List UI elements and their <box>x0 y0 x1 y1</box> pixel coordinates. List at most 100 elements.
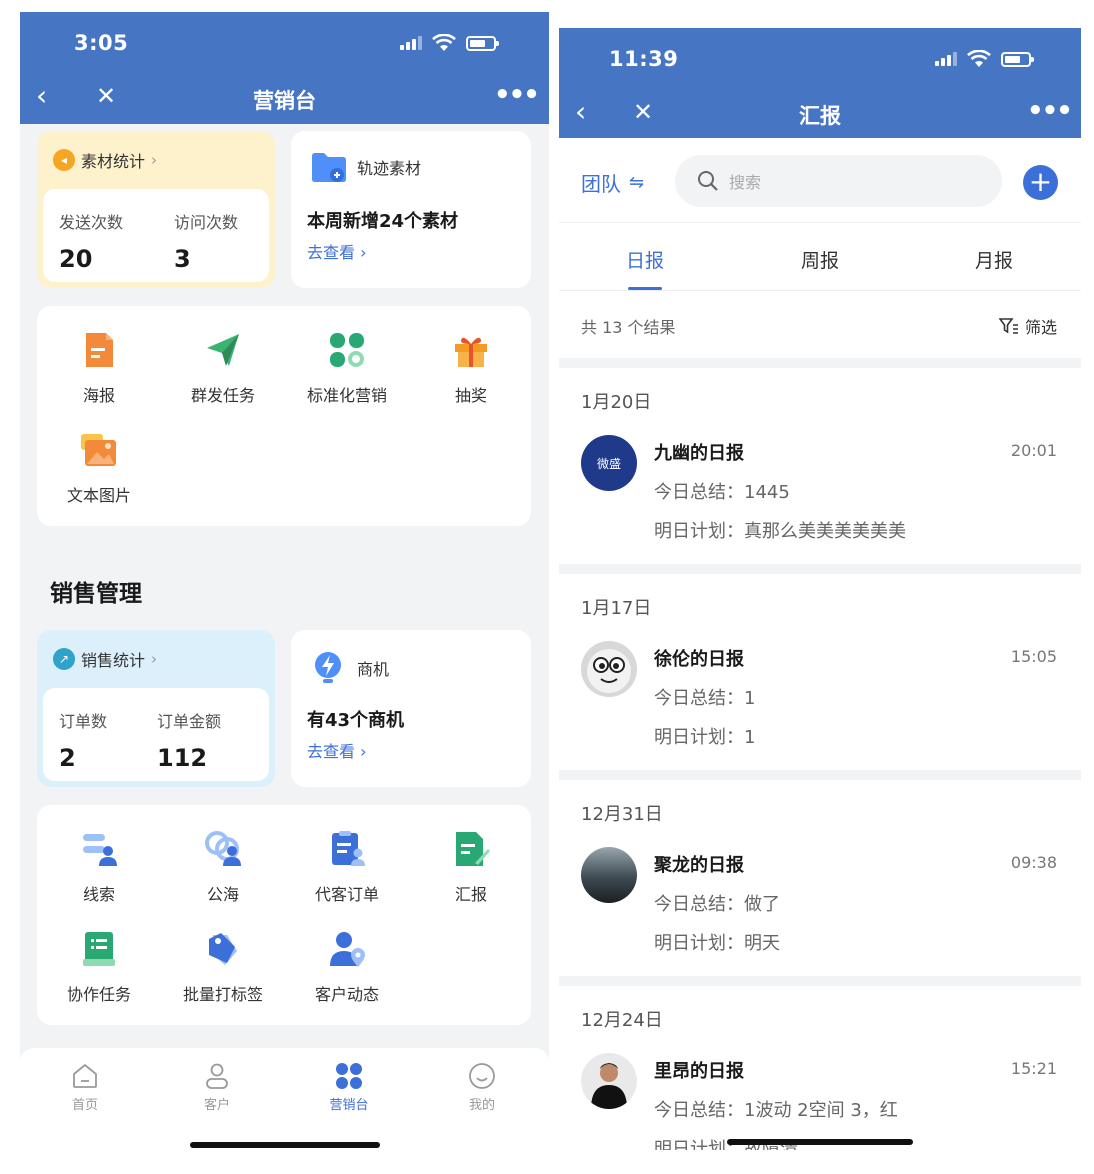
close-button[interactable]: ✕ <box>96 84 116 108</box>
search-input[interactable]: 搜索 <box>675 155 1002 207</box>
opportunity-card[interactable]: 商机 有43个商机 去查看 › <box>291 630 531 787</box>
marketing-screen: 3:05 ‹ ✕ 营销台 ••• ◂ 素材统计 › 发送次数 20 访问次数 3 <box>20 12 549 1150</box>
signal-icon <box>935 52 957 66</box>
status-time: 3:05 <box>74 31 129 55</box>
section-gap <box>559 564 1081 574</box>
sales-stats-header[interactable]: ↗ 销售统计 › <box>37 630 275 688</box>
result-count: 共 13 个结果 <box>581 318 676 337</box>
folder-link-icon <box>312 153 346 182</box>
battery-icon <box>466 35 499 51</box>
back-button[interactable]: ‹ <box>36 82 47 110</box>
grid-item-bulk-tag-label: 批量打标签 <box>182 985 263 1004</box>
report-item[interactable]: 徐伦的日报 15:05 今日总结：1 明日计划：1 <box>559 641 1081 771</box>
track-material-link-label: 去查看 <box>307 243 356 262</box>
grid-item-text-image-label: 文本图片 <box>66 486 131 505</box>
more-button[interactable]: ••• <box>1027 98 1073 124</box>
wifi-icon <box>432 34 456 51</box>
material-stats-header[interactable]: ◂ 素材统计 › <box>37 131 275 189</box>
team-label: 团队 <box>581 172 621 196</box>
marketing-grid-icon <box>335 1062 363 1090</box>
clover-icon <box>327 330 367 370</box>
home-icon <box>71 1062 99 1090</box>
signal-icon <box>400 36 422 50</box>
team-switch[interactable]: 团队 ⇋ <box>581 168 644 197</box>
home-indicator <box>727 1139 913 1145</box>
filter-label: 筛选 <box>1024 318 1057 337</box>
report-screen: 11:39 ‹ ✕ 汇报 ••• 团队 ⇋ 搜索 + 日报 周报 月报 共 13… <box>559 28 1081 1150</box>
grid-item-customer-activity[interactable]: 客户动态 <box>285 929 409 1005</box>
material-stats-card[interactable]: ◂ 素材统计 › 发送次数 20 访问次数 3 <box>37 131 275 288</box>
tab-home[interactable]: 首页 <box>45 1062 125 1113</box>
grid-item-lottery[interactable]: 抽奖 <box>409 330 533 406</box>
report-summary: 今日总结：1445 <box>654 482 790 503</box>
date-header: 12月31日 <box>581 804 663 825</box>
grid-item-poster[interactable]: 海报 <box>37 330 161 406</box>
opportunity-link[interactable]: 去查看 › <box>307 738 367 762</box>
grid-item-lottery-label: 抽奖 <box>454 386 487 405</box>
report-plan: 明日计划：1 <box>654 727 756 748</box>
date-header: 1月17日 <box>581 598 652 619</box>
report-time: 15:21 <box>1010 1059 1057 1078</box>
wifi-icon <box>967 50 991 67</box>
order-count: 订单数 2 <box>59 708 107 772</box>
grid-item-public-pool-label: 公海 <box>206 885 239 904</box>
grid-item-leads[interactable]: 线索 <box>37 829 161 905</box>
track-material-card[interactable]: 轨迹素材 本周新增24个素材 去查看 › <box>291 131 531 288</box>
grid-item-report[interactable]: 汇报 <box>409 829 533 905</box>
close-button[interactable]: ✕ <box>633 100 653 124</box>
order-count-label: 订单数 <box>59 712 108 731</box>
report-item[interactable]: 微盛 九幽的日报 20:01 今日总结：1445 明日计划：真那么美美美美美美 <box>559 435 1081 565</box>
report-plan: 明日计划：明天 <box>654 933 780 954</box>
user-icon <box>203 1062 231 1090</box>
filter-button[interactable]: 筛选 <box>998 314 1057 338</box>
report-author: 里昂的日报 <box>654 1061 744 1082</box>
grid-item-text-image[interactable]: 文本图片 <box>37 430 161 506</box>
tab-bar: 首页 客户 营销台 我的 <box>20 1048 549 1150</box>
grid-item-standard-marketing[interactable]: 标准化营销 <box>285 330 409 406</box>
track-material-link[interactable]: 去查看 › <box>307 239 367 263</box>
grid-item-mass-task[interactable]: 群发任务 <box>161 330 285 406</box>
home-indicator <box>190 1142 380 1148</box>
gift-icon <box>451 330 491 370</box>
date-header: 1月20日 <box>581 392 652 413</box>
filter-icon <box>998 318 1018 334</box>
tab-monthly[interactable]: 月报 <box>954 246 1034 273</box>
tab-daily[interactable]: 日报 <box>605 246 685 273</box>
track-material-summary: 本周新增24个素材 <box>307 211 459 232</box>
tab-weekly[interactable]: 周报 <box>780 246 860 273</box>
tag-icon <box>203 929 243 969</box>
track-material-header: 轨迹素材 <box>311 151 421 183</box>
tab-marketing[interactable]: 营销台 <box>309 1062 389 1113</box>
report-item[interactable]: 里昂的日报 15:21 今日总结：1波动 2空间 3，红 明日计划：故障清 <box>559 1053 1081 1150</box>
grid-item-collab-task[interactable]: 协作任务 <box>37 929 161 1005</box>
sales-stats-card[interactable]: ↗ 销售统计 › 订单数 2 订单金额 112 <box>37 630 275 787</box>
report-plan: 明日计划：真那么美美美美美美 <box>654 521 906 542</box>
grid-item-bulk-tag[interactable]: 批量打标签 <box>161 929 285 1005</box>
back-button[interactable]: ‹ <box>575 98 586 126</box>
sales-stats-body: 订单数 2 订单金额 112 <box>43 688 269 781</box>
marketing-tools-card: 海报 群发任务 标准化营销 抽奖 文本图片 <box>37 306 531 526</box>
leads-icon <box>79 829 119 869</box>
report-summary: 今日总结：1 <box>654 688 756 709</box>
material-stats-body: 发送次数 20 访问次数 3 <box>43 189 269 282</box>
send-count: 发送次数 20 <box>59 209 123 273</box>
visit-count-label: 访问次数 <box>174 213 239 232</box>
order-count-value: 2 <box>59 744 76 772</box>
grid-item-public-pool[interactable]: 公海 <box>161 829 285 905</box>
chevron-right-icon: › <box>151 650 158 668</box>
battery-icon <box>1001 51 1034 67</box>
grid-item-proxy-order[interactable]: 代客订单 <box>285 829 409 905</box>
tab-mine[interactable]: 我的 <box>442 1062 522 1113</box>
collab-task-icon <box>79 929 119 969</box>
grid-item-collab-task-label: 协作任务 <box>66 985 131 1004</box>
report-summary: 今日总结：做了 <box>654 894 780 915</box>
avatar <box>581 1053 637 1109</box>
opportunity-header: 商机 <box>311 650 389 686</box>
more-button[interactable]: ••• <box>494 82 540 108</box>
grid-item-mass-task-label: 群发任务 <box>190 386 255 405</box>
tab-customer[interactable]: 客户 <box>177 1062 257 1113</box>
lightning-bulb-icon <box>315 652 341 683</box>
grid-item-customer-activity-label: 客户动态 <box>314 985 379 1004</box>
add-report-button[interactable]: + <box>1023 165 1058 200</box>
report-item[interactable]: 聚龙的日报 09:38 今日总结：做了 明日计划：明天 <box>559 847 1081 977</box>
